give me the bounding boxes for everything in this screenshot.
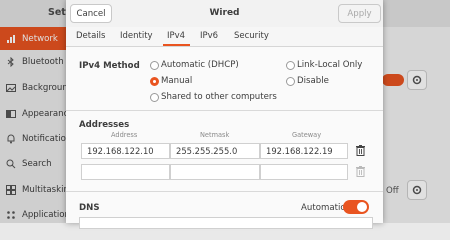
- dns-label: DNS: [79, 203, 100, 213]
- dns-automatic-toggle[interactable]: [343, 200, 369, 214]
- manual-label: Manual: [161, 76, 193, 86]
- dialog-header: Cancel Wired Apply: [66, 0, 383, 28]
- gateway-input[interactable]: [260, 164, 348, 180]
- section-divider: [66, 110, 383, 111]
- dns-input[interactable]: [79, 217, 373, 229]
- address-input[interactable]: 192.168.122.10: [81, 143, 170, 159]
- shared-label: Shared to other computers: [161, 92, 277, 102]
- dialog-title: Wired: [209, 8, 240, 18]
- ipv4-method-label: IPv4 Method: [79, 61, 140, 71]
- wired-dialog: Cancel Wired Apply Details Identity IPv4…: [66, 0, 383, 229]
- dns-automatic-label: Automatic: [301, 203, 346, 213]
- netmask-input[interactable]: 255.255.255.0: [170, 143, 260, 159]
- radio-shared[interactable]: [150, 93, 159, 102]
- active-tab-indicator: [163, 44, 190, 46]
- gateway-input[interactable]: 192.168.122.19: [260, 143, 348, 159]
- radio-manual[interactable]: [150, 77, 159, 86]
- tab-details[interactable]: Details: [76, 31, 105, 41]
- section-divider: [66, 191, 383, 192]
- address-input[interactable]: [81, 164, 170, 180]
- tab-bar: Details Identity IPv4 IPv6 Security: [66, 27, 383, 47]
- radio-automatic-dhcp[interactable]: [150, 61, 159, 70]
- delete-row-icon[interactable]: [356, 145, 365, 156]
- column-header-gateway: Gateway: [292, 131, 322, 139]
- tab-security[interactable]: Security: [234, 31, 269, 41]
- link-local-only-label: Link-Local Only: [297, 60, 363, 70]
- tab-ipv6[interactable]: IPv6: [200, 31, 218, 41]
- addresses-label: Addresses: [79, 120, 130, 130]
- column-header-netmask: Netmask: [200, 131, 230, 139]
- radio-disable[interactable]: [286, 77, 295, 86]
- apply-button[interactable]: Apply: [338, 4, 381, 23]
- automatic-dhcp-label: Automatic (DHCP): [161, 60, 239, 70]
- column-header-address: Address: [111, 131, 138, 139]
- tab-ipv4[interactable]: IPv4: [167, 31, 185, 41]
- toggle-knob: [357, 202, 367, 212]
- tab-identity[interactable]: Identity: [120, 31, 153, 41]
- netmask-input[interactable]: [170, 164, 260, 180]
- delete-row-icon[interactable]: [356, 166, 365, 177]
- radio-link-local-only[interactable]: [286, 61, 295, 70]
- disable-label: Disable: [297, 76, 329, 86]
